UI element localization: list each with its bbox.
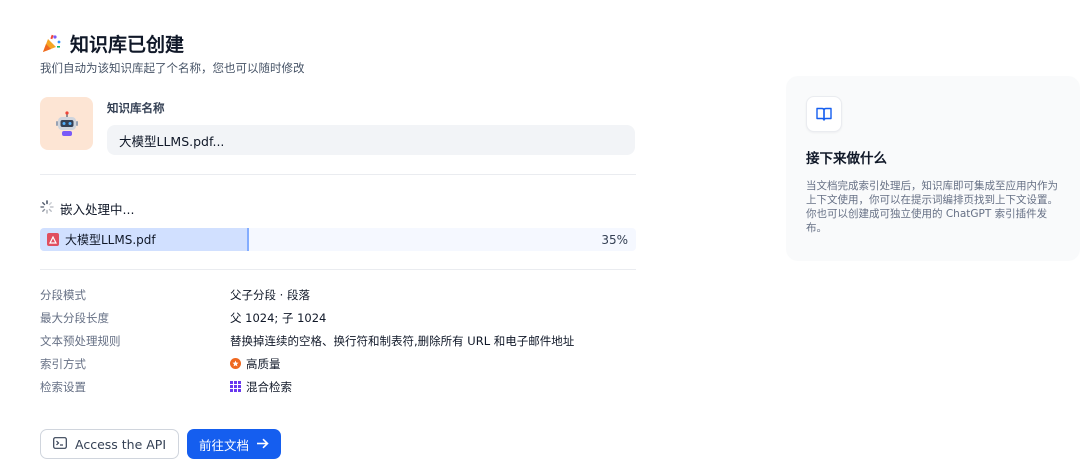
detail-value: 高质量	[230, 356, 281, 372]
next-steps-panel: 接下来做什么 当文档完成索引处理后，知识库即可集成至应用内作为上下文使用，你可以…	[786, 76, 1080, 261]
divider	[40, 269, 636, 270]
action-buttons: Access the API 前往文档	[40, 429, 282, 459]
knowledge-base-name-section: 知识库名称 大模型LLMS.pdf...	[40, 97, 636, 155]
go-to-document-label: 前往文档	[199, 437, 250, 453]
pdf-file-icon	[47, 233, 59, 246]
index-method-value: 高质量	[246, 356, 281, 371]
book-icon	[806, 96, 842, 132]
detail-value: 父 1024; 子 1024	[230, 310, 327, 325]
page-subtitle: 我们自动为该知识库起了个名称，您也可以随时修改	[40, 61, 305, 75]
page-title: 知识库已创建	[70, 34, 185, 56]
access-api-label: Access the API	[75, 436, 167, 452]
detail-row-chunk-mode: 分段模式 父子分段 · 段落	[40, 283, 574, 306]
detail-label: 分段模式	[40, 287, 86, 302]
embedding-status-text: 嵌入处理中...	[60, 202, 135, 217]
detail-row-index-method: 索引方式 高质量	[40, 352, 574, 375]
robot-icon[interactable]	[40, 97, 93, 150]
detail-label: 文本预处理规则	[40, 333, 121, 348]
file-name: 大模型LLMS.pdf	[65, 233, 156, 247]
divider	[40, 174, 636, 175]
settings-summary: 分段模式 父子分段 · 段落 最大分段长度 父 1024; 子 1024 文本预…	[40, 283, 574, 398]
arrow-right-icon	[256, 437, 269, 452]
detail-row-preprocessing-rules: 文本预处理规则 替换掉连续的空格、换行符和制表符,删除所有 URL 和电子邮件地…	[40, 329, 574, 352]
detail-row-retrieval-settings: 检索设置 混合检索	[40, 375, 574, 398]
page-header: 知识库已创建 我们自动为该知识库起了个名称，您也可以随时修改	[40, 30, 305, 76]
detail-label: 最大分段长度	[40, 310, 109, 325]
next-steps-text: 当文档完成索引处理后，知识库即可集成至应用内作为上下文使用，你可以在提示词编排页…	[806, 180, 1058, 234]
detail-label: 检索设置	[40, 379, 86, 394]
file-progress-bar: 大模型LLMS.pdf 35%	[40, 228, 636, 251]
access-api-button[interactable]: Access the API	[40, 429, 180, 459]
knowledge-base-name-label: 知识库名称	[107, 101, 165, 115]
high-quality-icon	[230, 358, 241, 369]
loading-spinner-icon	[40, 200, 54, 217]
retrieval-settings-value: 混合检索	[246, 379, 292, 394]
knowledge-base-name-input[interactable]: 大模型LLMS.pdf...	[107, 125, 635, 155]
detail-label: 索引方式	[40, 356, 86, 371]
detail-value: 替换掉连续的空格、换行符和制表符,删除所有 URL 和电子邮件地址	[230, 333, 575, 348]
terminal-icon	[53, 436, 67, 452]
hybrid-search-icon	[230, 381, 241, 392]
progress-percent: 35%	[601, 232, 628, 247]
go-to-document-button[interactable]: 前往文档	[187, 429, 282, 459]
detail-value: 混合检索	[230, 379, 292, 395]
embedding-status: 嵌入处理中...	[40, 199, 134, 218]
next-steps-title: 接下来做什么	[806, 151, 887, 167]
detail-row-max-chunk-length: 最大分段长度 父 1024; 子 1024	[40, 306, 574, 329]
party-popper-icon	[40, 33, 62, 55]
detail-value: 父子分段 · 段落	[230, 287, 310, 302]
